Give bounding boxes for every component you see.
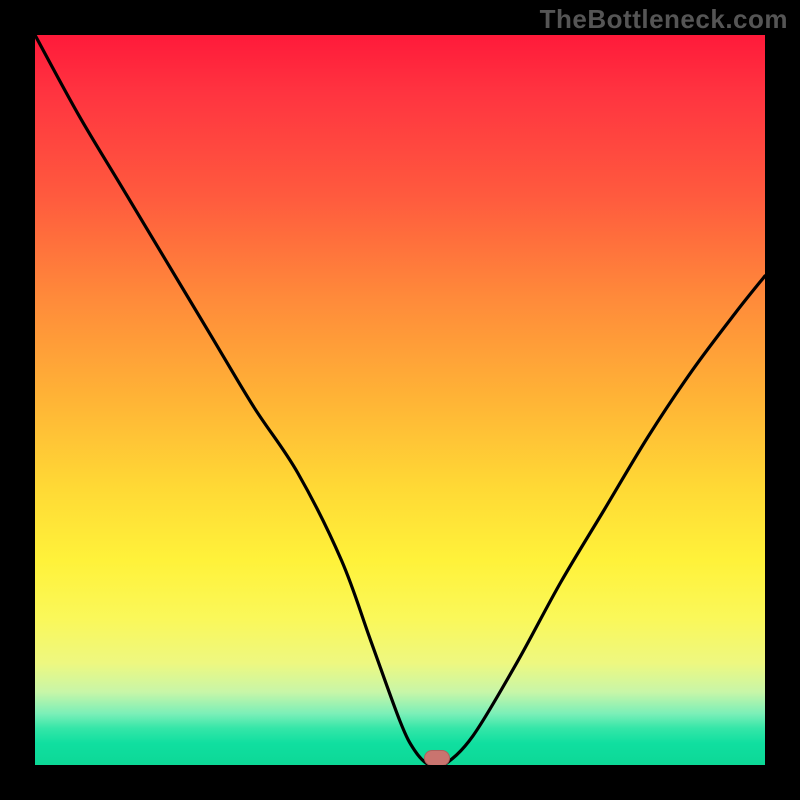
plot-area (35, 35, 765, 765)
optimal-point-marker (424, 750, 450, 765)
bottleneck-curve (35, 35, 765, 765)
chart-frame: TheBottleneck.com (0, 0, 800, 800)
watermark-text: TheBottleneck.com (540, 4, 788, 35)
